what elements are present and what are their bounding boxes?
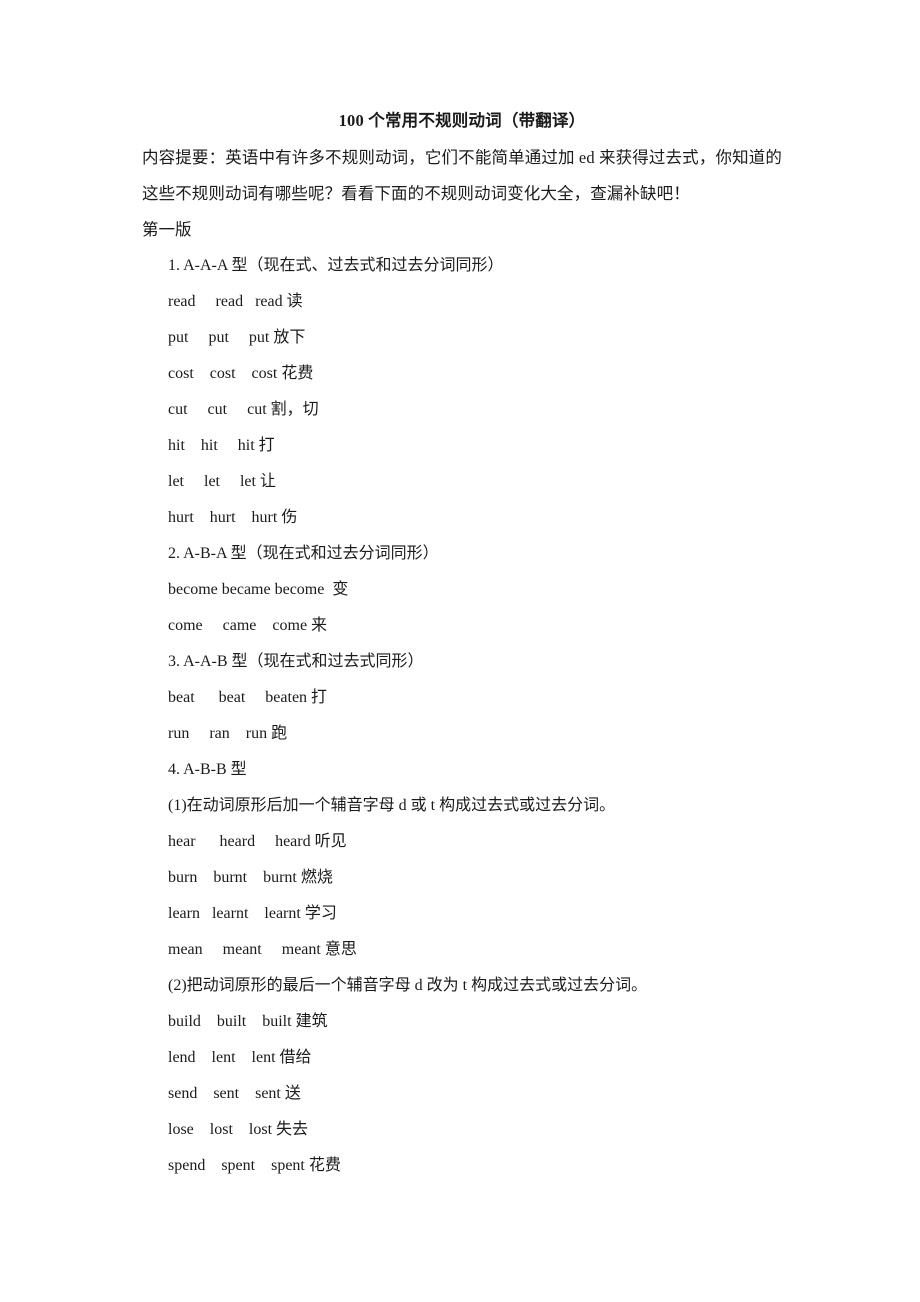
- document-content: 100 个常用不规则动词（带翻译） 内容提要：英语中有许多不规则动词，它们不能简…: [142, 108, 782, 1184]
- verb-row: burn burnt burnt 燃烧: [168, 869, 333, 886]
- verb-row: put put put 放下: [168, 329, 306, 346]
- verb-row: lose lost lost 失去: [168, 1121, 309, 1138]
- verb-row: hurt hurt hurt 伤: [168, 509, 298, 526]
- section-a-b-a: 2. A-B-A 型（现在式和过去分词同形） become became bec…: [142, 536, 782, 644]
- section-note: (1)在动词原形后加一个辅音字母 d 或 t 构成过去式或过去分词。: [168, 797, 616, 814]
- section-heading: 1. A-A-A 型（现在式、过去式和过去分词同形）: [168, 257, 504, 274]
- verb-row: cost cost cost 花费: [168, 365, 314, 382]
- section-heading: 3. A-A-B 型（现在式和过去式同形）: [168, 653, 424, 670]
- verb-row: run ran run 跑: [168, 725, 288, 742]
- section-note: (2)把动词原形的最后一个辅音字母 d 改为 t 构成过去式或过去分词。: [168, 977, 648, 994]
- intro-paragraph: 内容提要：英语中有许多不规则动词，它们不能简单通过加 ed 来获得过去式，你知道…: [142, 148, 782, 203]
- verb-row: build built built 建筑: [168, 1013, 328, 1030]
- verb-row: beat beat beaten 打: [168, 689, 328, 706]
- section-a-b-b-part-2: (2)把动词原形的最后一个辅音字母 d 改为 t 构成过去式或过去分词。 bui…: [142, 968, 782, 1184]
- verb-row: come came come 来: [168, 617, 328, 634]
- document-page: 100 个常用不规则动词（带翻译） 内容提要：英语中有许多不规则动词，它们不能简…: [0, 0, 920, 1302]
- verb-row: send sent sent 送: [168, 1085, 301, 1102]
- verb-row: lend lent lent 借给: [168, 1049, 312, 1066]
- section-a-b-b: 4. A-B-B 型 (1)在动词原形后加一个辅音字母 d 或 t 构成过去式或…: [142, 752, 782, 968]
- verb-row: learn learnt learnt 学习: [168, 905, 337, 922]
- section-a-a-a: 1. A-A-A 型（现在式、过去式和过去分词同形） read read rea…: [142, 248, 782, 536]
- page-title: 100 个常用不规则动词（带翻译）: [338, 111, 586, 130]
- section-a-a-b: 3. A-A-B 型（现在式和过去式同形） beat beat beaten 打…: [142, 644, 782, 752]
- verb-row: hit hit hit 打: [168, 437, 275, 454]
- section-heading: 2. A-B-A 型（现在式和过去分词同形）: [168, 545, 439, 562]
- section-heading: 4. A-B-B 型: [168, 761, 247, 778]
- verb-row: mean meant meant 意思: [168, 941, 357, 958]
- verb-row: let let let 让: [168, 473, 276, 490]
- verb-row: read read read 读: [168, 293, 303, 310]
- verb-row: hear heard heard 听见: [168, 833, 347, 850]
- edition-label: 第一版: [142, 220, 192, 239]
- verb-row: spend spent spent 花费: [168, 1157, 341, 1174]
- verb-row: cut cut cut 割，切: [168, 401, 319, 418]
- verb-row: become became become 变: [168, 581, 349, 598]
